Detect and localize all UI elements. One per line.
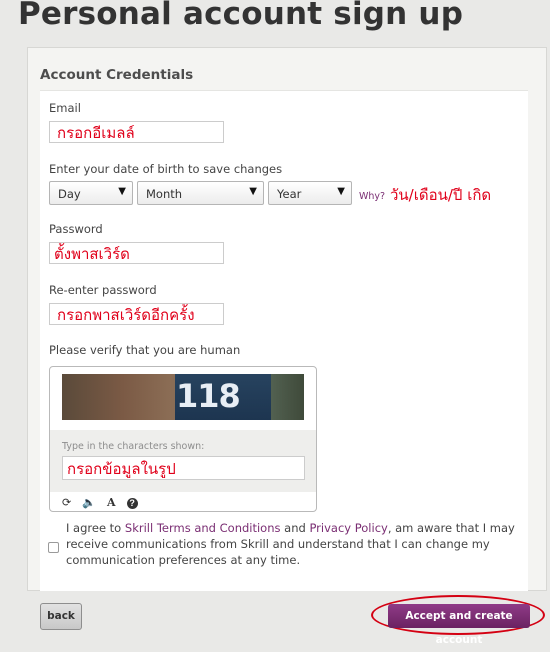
chevron-down-icon: ▼: [249, 186, 257, 197]
dob-month-value: Month: [146, 187, 183, 201]
dob-month-select[interactable]: Month ▼: [137, 181, 264, 205]
password-annotation: ตั้งพาสเวิร์ด: [54, 245, 130, 263]
consent-checkbox[interactable]: [48, 542, 59, 553]
font-icon[interactable]: A: [107, 496, 116, 509]
email-annotation: กรอกอีเมลล์: [57, 124, 135, 142]
dob-year-value: Year: [277, 187, 302, 201]
dob-day-select[interactable]: Day ▼: [49, 181, 133, 205]
captcha-annotation: กรอกข้อมูลในรูป: [67, 460, 176, 478]
chevron-down-icon: ▼: [118, 186, 126, 197]
page-title: Personal account sign up: [18, 0, 464, 32]
email-label: Email: [49, 101, 81, 115]
refresh-icon[interactable]: ⟳: [62, 497, 71, 509]
reenter-password-label: Re-enter password: [49, 283, 157, 297]
captcha-toolbar: ⟳ 🔈 A ?: [62, 496, 146, 509]
audio-icon[interactable]: 🔈: [82, 497, 96, 509]
dob-annotation: วัน/เดือน/ปี เกิด: [390, 186, 492, 204]
terms-link[interactable]: Skrill Terms and Conditions: [125, 521, 281, 535]
privacy-policy-link[interactable]: Privacy Policy: [309, 521, 387, 535]
reenter-password-annotation: กรอกพาสเวิร์ดอีกครั้ง: [57, 306, 195, 324]
help-icon[interactable]: ?: [126, 498, 138, 509]
back-button[interactable]: back: [40, 603, 82, 630]
captcha-image-text: 118: [176, 377, 241, 415]
captcha-image: 118: [62, 374, 304, 420]
accept-create-account-button[interactable]: Accept and create account: [388, 604, 530, 646]
captcha-hint: Type in the characters shown:: [62, 441, 205, 452]
consent-text: I agree to Skrill Terms and Conditions a…: [66, 520, 526, 568]
password-label: Password: [49, 222, 103, 236]
consent-text-part2: and: [280, 521, 310, 535]
section-title: Account Credentials: [40, 67, 194, 83]
dob-label: Enter your date of birth to save changes: [49, 162, 283, 176]
dob-day-value: Day: [58, 187, 81, 201]
dob-year-select[interactable]: Year ▼: [268, 181, 352, 205]
chevron-down-icon: ▼: [337, 186, 345, 197]
consent-text-part1: I agree to: [66, 521, 125, 535]
why-link[interactable]: Why?: [359, 191, 385, 202]
human-verify-label: Please verify that you are human: [49, 343, 241, 357]
